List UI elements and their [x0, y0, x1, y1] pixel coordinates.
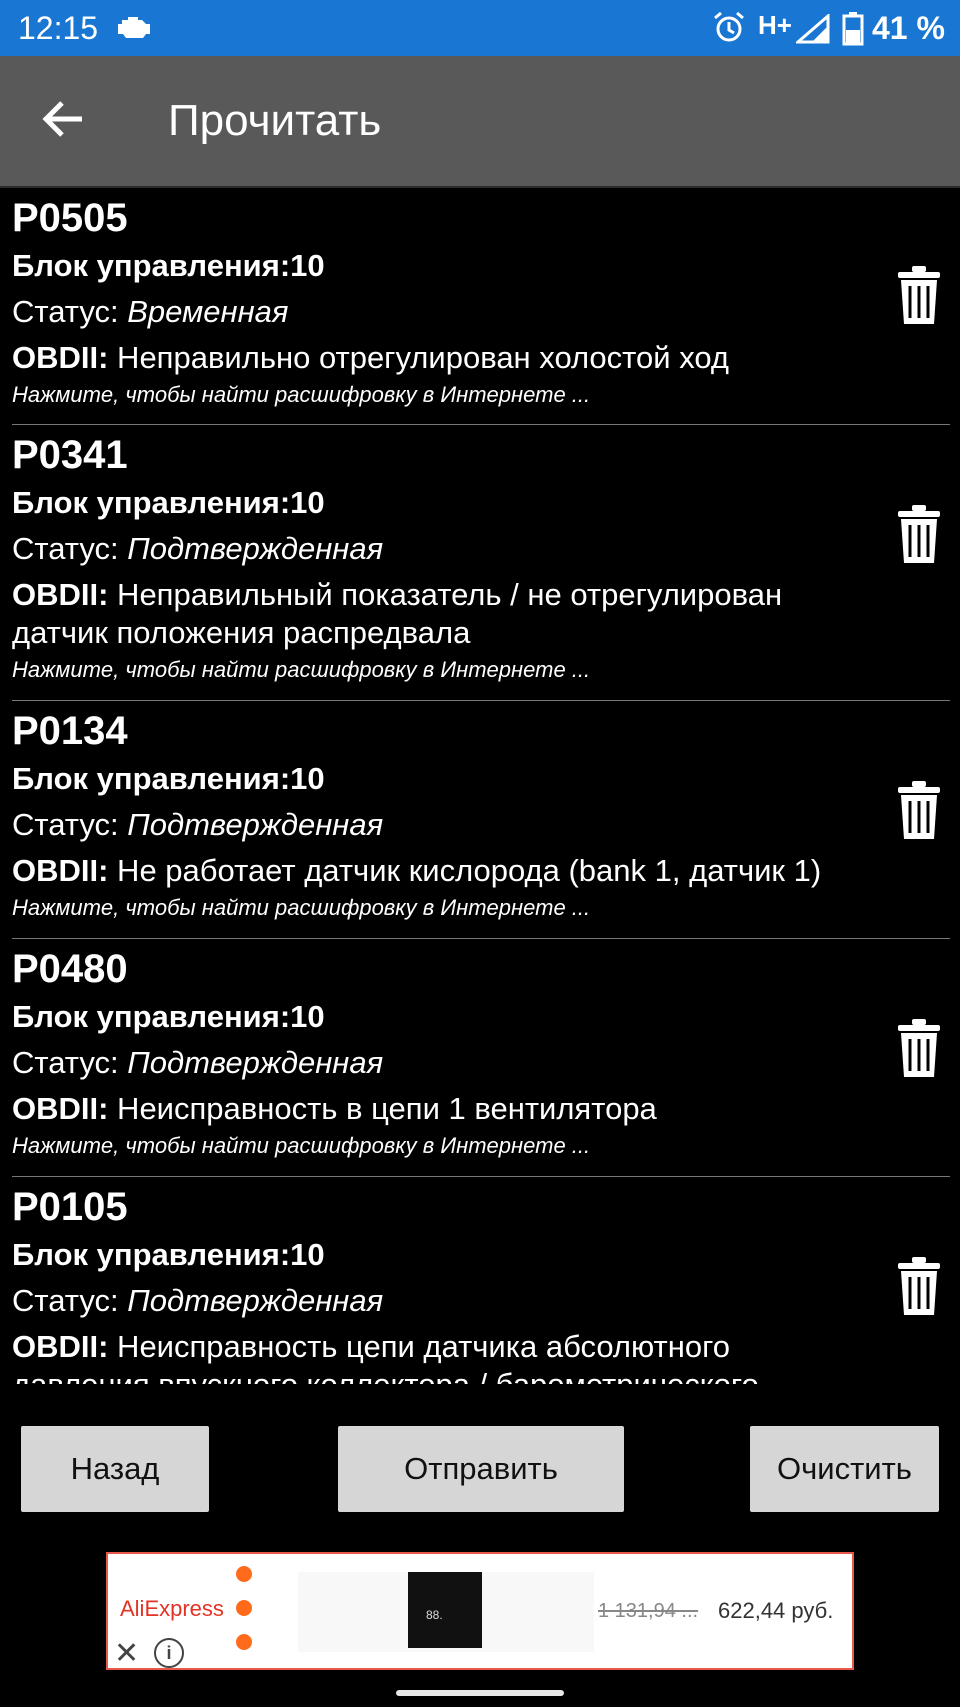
error-code: P0505 — [12, 196, 128, 240]
clear-button[interactable]: Очистить — [750, 1426, 939, 1512]
error-code-item[interactable]: P0134 Блок управления:10 Статус: Подтвер… — [12, 701, 950, 939]
trash-icon[interactable] — [898, 1257, 940, 1315]
gesture-nav-handle[interactable] — [396, 1690, 564, 1696]
battery-icon — [842, 12, 864, 46]
control-unit-label: Блок управления:10 — [12, 761, 325, 796]
trash-icon[interactable] — [898, 781, 940, 839]
control-unit-label: Блок управления:10 — [12, 999, 325, 1034]
status-value: Подтвержденная — [127, 1045, 384, 1080]
obd-description: OBDII: Неисправность в цепи 1 вентилятор… — [12, 1091, 657, 1126]
obd-description: OBDII: Не работает датчик кислорода (ban… — [12, 853, 822, 888]
search-online-hint[interactable]: Нажмите, чтобы найти расшифровку в Интер… — [12, 382, 590, 408]
status-line: Статус: Подтвержденная — [12, 1045, 384, 1080]
ad-carousel-dots — [236, 1566, 254, 1666]
status-line: Статус: Подтвержденная — [12, 1283, 384, 1318]
obd-description: OBDII: Неправильно отрегулирован холосто… — [12, 340, 729, 375]
obd-description: OBDII: Неправильный показатель / не отре… — [12, 577, 783, 650]
aliexpress-logo: AliExpress — [120, 1596, 224, 1621]
status-value: Подтвержденная — [127, 807, 384, 842]
network-type: H+ — [758, 10, 792, 40]
battery-percent: 41 % — [872, 10, 945, 46]
alarm-icon — [714, 11, 744, 42]
ad-old-price: 1 131,94 ... — [598, 1600, 699, 1622]
back-arrow-icon[interactable] — [40, 96, 86, 142]
error-code-item[interactable]: P0505 Блок управления:10 Статус: Временн… — [12, 188, 950, 425]
carousel-dot — [236, 1600, 252, 1616]
action-bar: Назад Отправить Очистить — [0, 1426, 960, 1512]
carousel-dot — [236, 1566, 252, 1582]
control-unit-label: Блок управления:10 — [12, 1237, 325, 1272]
status-time: 12:15 — [18, 10, 99, 46]
ad-banner[interactable]: AliExpress ✕ i 88. 1 131,94 ... 622,44 р… — [106, 1552, 854, 1670]
page-title: Прочитать — [168, 96, 382, 145]
search-online-hint[interactable]: Нажмите, чтобы найти расшифровку в Интер… — [12, 895, 590, 921]
product-thumbnail: 88. — [408, 1572, 482, 1648]
error-code-item[interactable]: P0105 Блок управления:10 Статус: Подтвер… — [12, 1177, 950, 1384]
app-toolbar: Прочитать — [0, 56, 960, 186]
status-value: Подтвержденная — [127, 1283, 384, 1318]
trash-icon[interactable] — [898, 505, 940, 563]
trash-icon[interactable] — [898, 266, 940, 324]
status-value: Подтвержденная — [127, 531, 384, 566]
control-unit-label: Блок управления:10 — [12, 485, 325, 520]
error-code-item[interactable]: P0480 Блок управления:10 Статус: Подтвер… — [12, 939, 950, 1177]
close-icon[interactable]: ✕ — [114, 1636, 139, 1668]
trash-icon[interactable] — [898, 1019, 940, 1077]
control-unit-label: Блок управления:10 — [12, 248, 325, 283]
status-line: Статус: Временная — [12, 294, 289, 329]
error-code: P0480 — [12, 947, 128, 991]
status-bar: 12:15 H+ 41 % — [0, 0, 960, 56]
status-line: Статус: Подтвержденная — [12, 807, 384, 842]
status-value: Временная — [127, 294, 289, 329]
search-online-hint[interactable]: Нажмите, чтобы найти расшифровку в Интер… — [12, 657, 590, 683]
thumbnail-screen-text: 88. — [426, 1608, 443, 1622]
signal-icon — [796, 14, 830, 44]
search-online-hint[interactable]: Нажмите, чтобы найти расшифровку в Интер… — [12, 1133, 590, 1159]
ad-brand-panel: AliExpress ✕ i — [108, 1554, 234, 1668]
check-engine-icon — [118, 17, 150, 38]
ad-new-price: 622,44 руб. — [718, 1598, 834, 1623]
error-code: P0134 — [12, 709, 128, 753]
error-code-list[interactable]: P0505 Блок управления:10 Статус: Временн… — [0, 188, 960, 1384]
error-code: P0105 — [12, 1185, 128, 1229]
carousel-dot — [236, 1634, 252, 1650]
ad-product-image[interactable]: 88. — [298, 1572, 594, 1652]
error-code-item[interactable]: P0341 Блок управления:10 Статус: Подтвер… — [12, 425, 950, 701]
info-icon[interactable]: i — [154, 1638, 184, 1668]
obd-description: OBDII: Неисправность цепи датчика абсолю… — [12, 1329, 759, 1384]
status-line: Статус: Подтвержденная — [12, 531, 384, 566]
back-button[interactable]: Назад — [21, 1426, 209, 1512]
send-button[interactable]: Отправить — [338, 1426, 624, 1512]
error-code: P0341 — [12, 433, 128, 477]
